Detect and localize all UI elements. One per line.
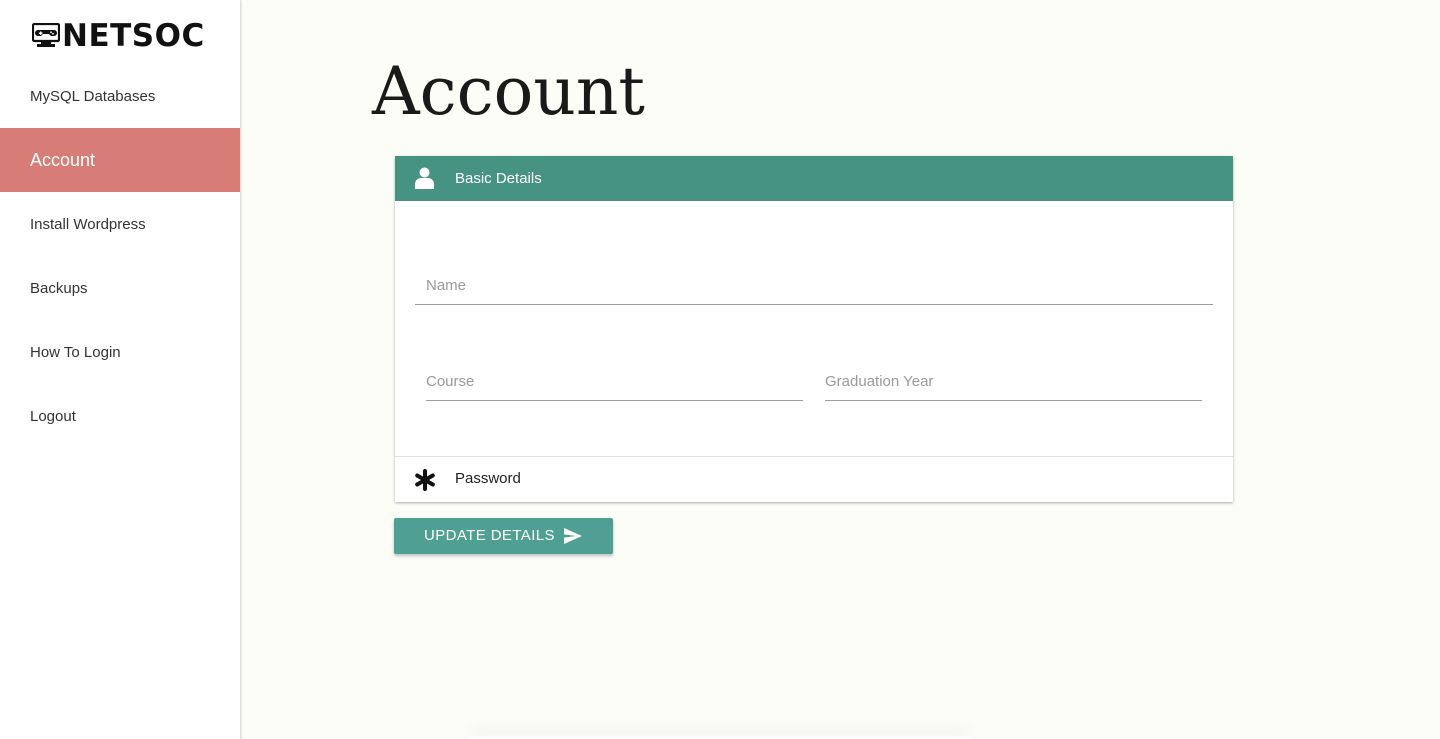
graduation-year-field [825, 362, 1202, 401]
graduation-year-input[interactable] [825, 362, 1202, 400]
sidebar-item-how-to-login[interactable]: How To Login [0, 320, 240, 384]
sidebar-item-account[interactable]: Account [0, 128, 240, 192]
sidebar-item-label: Backups [30, 279, 88, 297]
page-title: Account [372, 53, 645, 130]
password-section-header[interactable]: Password [395, 457, 1233, 502]
sidebar-item-label: Account [30, 149, 96, 170]
basic-details-label: Basic Details [455, 170, 542, 187]
update-details-label: UPDATE DETAILS [424, 527, 555, 544]
sidebar-item-backups[interactable]: Backups [0, 256, 240, 320]
update-details-button[interactable]: UPDATE DETAILS [394, 518, 613, 554]
sidebar-item-label: Install Wordpress [30, 215, 146, 233]
name-input[interactable] [415, 266, 1213, 304]
brand-name: NETSOC [62, 18, 205, 54]
asterisk-icon [415, 469, 435, 491]
course-field [426, 362, 803, 401]
sidebar-item-logout[interactable]: Logout [0, 384, 240, 448]
basic-details-header[interactable]: Basic Details [395, 156, 1233, 201]
sidebar: NETSOC MySQL Databases Account Install W… [0, 0, 240, 739]
brand-logo[interactable]: NETSOC [32, 18, 205, 54]
course-input[interactable] [426, 362, 803, 400]
person-icon [415, 167, 434, 189]
sidebar-item-label: How To Login [30, 343, 121, 361]
password-label: Password [455, 470, 521, 487]
basic-details-card: Basic Details Password [395, 156, 1233, 502]
send-icon [564, 528, 582, 544]
computer-gamepad-icon [32, 23, 60, 47]
sidebar-item-mysql-databases[interactable]: MySQL Databases [0, 64, 240, 128]
name-field [415, 266, 1213, 305]
sidebar-item-label: MySQL Databases [30, 87, 156, 105]
sidebar-item-label: Logout [30, 407, 76, 425]
sidebar-item-install-wordpress[interactable]: Install Wordpress [0, 192, 240, 256]
